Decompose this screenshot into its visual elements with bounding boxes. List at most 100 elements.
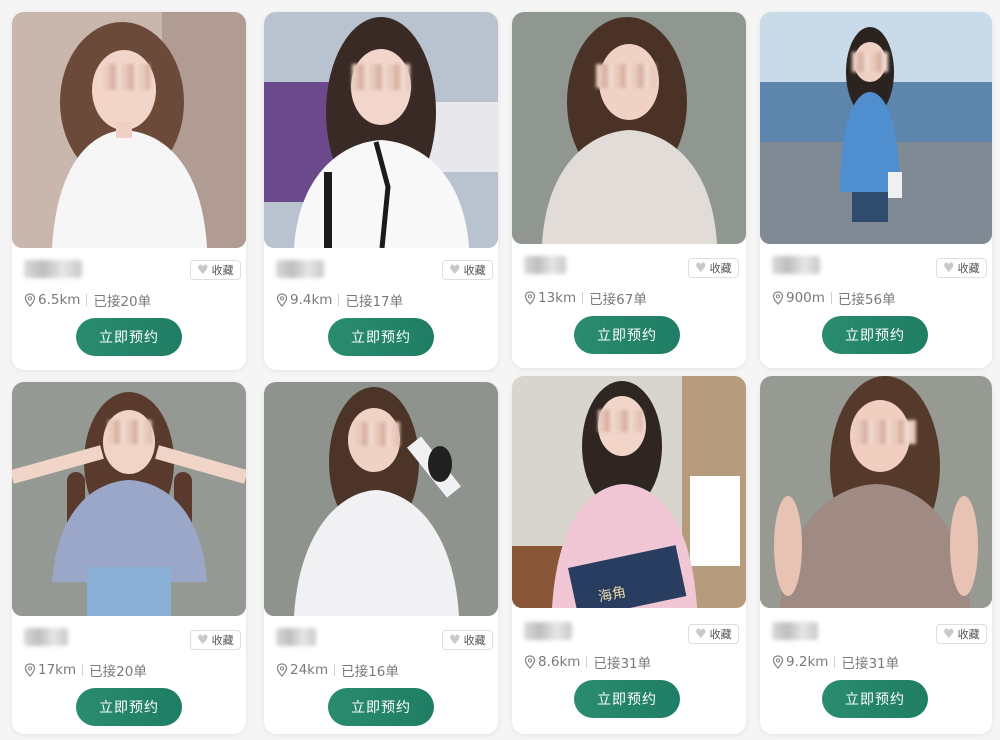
favorite-button[interactable]: ♥ 收藏 — [190, 260, 241, 280]
distance-text: 900m — [786, 290, 825, 306]
favorite-label: 收藏 — [957, 262, 980, 275]
orders-count: 已接17单 — [345, 294, 404, 310]
username-blurred — [772, 622, 818, 640]
face-blur — [356, 422, 400, 446]
username-blurred — [524, 622, 572, 640]
face-blur — [108, 420, 152, 444]
meta-divider — [338, 294, 340, 306]
distance-text: 8.6km — [538, 654, 581, 670]
book-now-button[interactable]: 立即预约 — [328, 318, 434, 356]
heart-icon: ♥ — [695, 260, 707, 276]
orders-count: 已接31单 — [841, 656, 900, 672]
meta-divider — [586, 656, 588, 668]
distance-text: 13km — [538, 290, 577, 306]
card-meta: 900m 已接56单 — [772, 288, 896, 308]
meta-divider — [334, 664, 336, 676]
heart-icon: ♥ — [197, 632, 209, 648]
favorite-label: 收藏 — [463, 264, 486, 277]
location-pin-icon — [276, 663, 288, 677]
card-meta: 9.4km 已接17单 — [276, 290, 403, 310]
book-now-button[interactable]: 立即预约 — [76, 688, 182, 726]
orders-count: 已接56单 — [837, 292, 896, 308]
favorite-label: 收藏 — [957, 628, 980, 641]
book-now-button[interactable]: 立即预约 — [574, 680, 680, 718]
profile-photo[interactable] — [760, 12, 992, 244]
favorite-button[interactable]: ♥ 收藏 — [936, 258, 987, 278]
profile-photo[interactable] — [264, 12, 498, 248]
location-pin-icon — [772, 291, 784, 305]
favorite-button[interactable]: ♥ 收藏 — [442, 630, 493, 650]
card-meta: 13km 已接67单 — [524, 288, 647, 308]
location-pin-icon — [524, 291, 536, 305]
profile-photo[interactable] — [12, 382, 246, 616]
heart-icon: ♥ — [943, 260, 955, 276]
profile-card[interactable]: ♥ 收藏 13km 已接67单 立即预约 — [512, 12, 746, 368]
favorite-button[interactable]: ♥ 收藏 — [442, 260, 493, 280]
profile-card[interactable]: ♥ 收藏 9.2km 已接31单 立即预约 — [760, 376, 992, 734]
distance-text: 17km — [38, 662, 77, 678]
location-pin-icon — [772, 655, 784, 669]
card-meta: 24km 已接16单 — [276, 660, 399, 680]
username-blurred — [24, 628, 68, 646]
location-pin-icon — [276, 293, 288, 307]
orders-count: 已接20单 — [89, 664, 147, 680]
book-now-button[interactable]: 立即预约 — [328, 688, 434, 726]
distance-text: 24km — [290, 662, 329, 678]
profile-photo[interactable] — [12, 12, 246, 248]
location-pin-icon — [24, 293, 36, 307]
meta-divider — [830, 292, 832, 304]
face-blur — [596, 64, 656, 88]
profile-photo[interactable]: 海角 — [512, 376, 746, 608]
book-now-button[interactable]: 立即预约 — [76, 318, 182, 356]
heart-icon: ♥ — [943, 626, 955, 642]
distance-text: 9.4km — [290, 292, 333, 308]
face-blur — [104, 64, 150, 90]
favorite-button[interactable]: ♥ 收藏 — [688, 258, 739, 278]
username-blurred — [276, 628, 316, 646]
profile-card[interactable]: ♥ 收藏 900m 已接56单 立即预约 — [760, 12, 992, 368]
profile-photo[interactable] — [760, 376, 992, 608]
favorite-button[interactable]: ♥ 收藏 — [936, 624, 987, 644]
profile-card[interactable]: ♥ 收藏 6.5km 已接20单 立即预约 — [12, 12, 246, 370]
profile-photo[interactable] — [264, 382, 498, 616]
profile-card[interactable]: ♥ 收藏 9.4km 已接17单 立即预约 — [264, 12, 498, 370]
face-blur — [852, 52, 888, 72]
book-now-button[interactable]: 立即预约 — [822, 680, 928, 718]
face-blur — [856, 420, 916, 444]
location-pin-icon — [524, 655, 536, 669]
profile-photo[interactable] — [512, 12, 746, 244]
location-pin-icon — [24, 663, 36, 677]
username-blurred — [24, 260, 82, 278]
meta-divider — [582, 292, 584, 304]
meta-divider — [82, 664, 84, 676]
favorite-label: 收藏 — [211, 264, 234, 277]
heart-icon: ♥ — [695, 626, 707, 642]
favorite-button[interactable]: ♥ 收藏 — [190, 630, 241, 650]
meta-divider — [86, 294, 88, 306]
orders-count: 已接20单 — [93, 294, 152, 310]
favorite-label: 收藏 — [709, 262, 732, 275]
profile-card[interactable]: ♥ 收藏 17km 已接20单 立即预约 — [12, 382, 246, 734]
username-blurred — [276, 260, 324, 278]
orders-count: 已接16单 — [341, 664, 399, 680]
heart-icon: ♥ — [449, 262, 461, 278]
favorite-button[interactable]: ♥ 收藏 — [688, 624, 739, 644]
favorite-label: 收藏 — [463, 634, 486, 647]
card-meta: 8.6km 已接31单 — [524, 652, 651, 672]
meta-divider — [834, 656, 836, 668]
orders-count: 已接67单 — [589, 292, 647, 308]
book-now-button[interactable]: 立即预约 — [822, 316, 928, 354]
face-blur — [352, 64, 410, 90]
profile-card[interactable]: 海角 ♥ 收藏 8.6km 已接31单 立即预约 — [512, 376, 746, 734]
distance-text: 6.5km — [38, 292, 81, 308]
heart-icon: ♥ — [197, 262, 209, 278]
face-blur — [598, 410, 642, 432]
card-meta: 17km 已接20单 — [24, 660, 147, 680]
profile-card[interactable]: ♥ 收藏 24km 已接16单 立即预约 — [264, 382, 498, 734]
card-meta: 6.5km 已接20单 — [24, 290, 151, 310]
card-meta: 9.2km 已接31单 — [772, 652, 899, 672]
heart-icon: ♥ — [449, 632, 461, 648]
orders-count: 已接31单 — [593, 656, 652, 672]
book-now-button[interactable]: 立即预约 — [574, 316, 680, 354]
distance-text: 9.2km — [786, 654, 829, 670]
